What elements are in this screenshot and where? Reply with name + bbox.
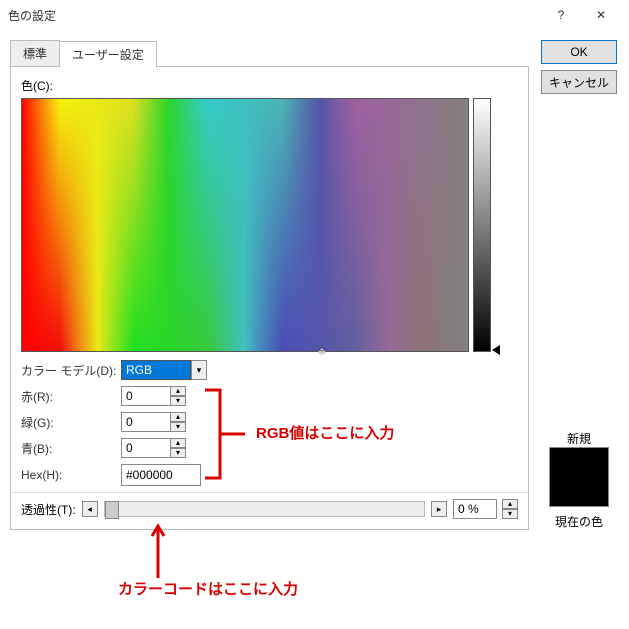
hex-input[interactable]: #000000: [121, 464, 201, 486]
model-dropdown-icon[interactable]: ▾: [191, 360, 207, 380]
red-label: 赤(R):: [21, 388, 121, 405]
help-button[interactable]: ?: [541, 0, 581, 30]
title-bar: 色の設定 ? ✕: [0, 0, 629, 30]
trans-spin-up[interactable]: ▴: [502, 499, 518, 509]
blue-spin-up[interactable]: ▴: [170, 438, 186, 448]
blue-spin-down[interactable]: ▾: [170, 448, 186, 458]
trans-slider-left[interactable]: ◂: [82, 501, 98, 517]
transparency-label: 透過性(T):: [21, 501, 76, 518]
transparency-value: 0 %: [458, 502, 479, 516]
hex-label: Hex(H):: [21, 468, 121, 482]
annotation-hex: カラーコードはここに入力: [118, 578, 298, 599]
color-spectrum[interactable]: ⌖: [21, 98, 469, 352]
cancel-button[interactable]: キャンセル: [541, 70, 617, 94]
annotation-rgb: RGB値はここに入力: [256, 422, 394, 443]
current-color-label: 現在の色: [555, 513, 603, 530]
trans-slider-right[interactable]: ▸: [431, 501, 447, 517]
new-color-label: 新規: [567, 430, 591, 447]
transparency-row: 透過性(T): ◂ ▸ 0 % ▴▾: [10, 492, 529, 530]
red-spin-down[interactable]: ▾: [170, 396, 186, 406]
blue-label: 青(B):: [21, 440, 121, 457]
green-spin-up[interactable]: ▴: [170, 412, 186, 422]
green-label: 緑(G):: [21, 414, 121, 431]
red-input[interactable]: 0: [121, 386, 171, 406]
new-color-swatch: [549, 447, 609, 507]
spectrum-cursor: ⌖: [318, 343, 326, 360]
green-input[interactable]: 0: [121, 412, 171, 432]
red-spin-up[interactable]: ▴: [170, 386, 186, 396]
hex-value: #000000: [126, 468, 173, 482]
red-value: 0: [126, 389, 133, 403]
blue-value: 0: [126, 441, 133, 455]
tab-strip: 標準 ユーザー設定: [10, 40, 529, 67]
transparency-thumb[interactable]: [105, 501, 119, 519]
model-label: カラー モデル(D):: [21, 362, 121, 379]
transparency-slider[interactable]: [104, 501, 425, 517]
lightness-marker-icon: [492, 345, 500, 355]
model-value: RGB: [126, 363, 152, 377]
close-button[interactable]: ✕: [581, 0, 621, 30]
trans-spin-down[interactable]: ▾: [502, 509, 518, 519]
tab-standard[interactable]: 標準: [10, 40, 60, 66]
color-label: 色(C):: [21, 77, 518, 94]
dialog-title: 色の設定: [8, 7, 541, 24]
color-model-select[interactable]: RGB: [121, 360, 191, 380]
transparency-input[interactable]: 0 %: [453, 499, 497, 519]
ok-button[interactable]: OK: [541, 40, 617, 64]
blue-input[interactable]: 0: [121, 438, 171, 458]
green-value: 0: [126, 415, 133, 429]
lightness-bar[interactable]: [473, 98, 491, 352]
color-dialog: 色の設定 ? ✕ 標準 ユーザー設定 色(C): ⌖ カ: [0, 0, 629, 530]
green-spin-down[interactable]: ▾: [170, 422, 186, 432]
tab-custom[interactable]: ユーザー設定: [59, 41, 157, 67]
